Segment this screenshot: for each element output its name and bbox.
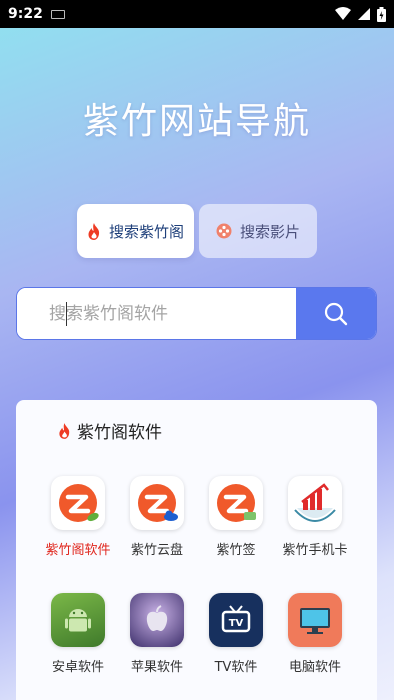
- app-label: 紫竹手机卡: [282, 543, 348, 558]
- wifi-icon: [335, 7, 351, 20]
- tab-search-movies[interactable]: 搜索影片: [199, 204, 317, 258]
- zizhu-simcard-icon: [288, 476, 342, 530]
- panel-title: 紫竹阁软件: [77, 423, 162, 443]
- app-label: 电脑软件: [288, 660, 341, 675]
- battery-icon: [377, 6, 386, 22]
- app-zizhu-ge[interactable]: 紫竹阁软件: [38, 476, 118, 558]
- app-label: 紫竹签: [216, 543, 256, 558]
- svg-text:TV: TV: [229, 618, 244, 629]
- apple-icon: [130, 593, 184, 647]
- tab-label: 搜索影片: [239, 222, 300, 241]
- app-android[interactable]: 安卓软件: [38, 593, 118, 675]
- panel-header: 紫竹阁软件: [58, 418, 162, 443]
- app-zizhu-sign[interactable]: 紫竹签: [196, 476, 276, 558]
- app-tv[interactable]: TV TV软件: [196, 593, 276, 675]
- search-bar: [16, 287, 377, 340]
- app-label: 安卓软件: [51, 660, 104, 675]
- tab-label: 搜索紫竹阁: [108, 222, 184, 241]
- app-label: 紫竹阁软件: [45, 543, 111, 558]
- status-bar: 9:22: [0, 0, 394, 28]
- keyboard-icon: [50, 9, 65, 19]
- zizhu-cloud-icon: [130, 476, 184, 530]
- app-label: 紫竹云盘: [130, 543, 183, 558]
- app-zizhu-cloud[interactable]: 紫竹云盘: [117, 476, 197, 558]
- app-zizhu-simcard[interactable]: 紫竹手机卡: [275, 476, 355, 558]
- zizhu-ge-icon: [51, 476, 105, 530]
- text-caret: [66, 302, 67, 326]
- android-icon: [51, 593, 105, 647]
- tab-search-zizhu[interactable]: 搜索紫竹阁: [77, 204, 194, 258]
- app-label: 苹果软件: [130, 660, 183, 675]
- search-button[interactable]: [296, 288, 376, 339]
- status-time: 9:22: [8, 6, 43, 22]
- search-input[interactable]: [17, 288, 296, 339]
- monitor-icon: [288, 593, 342, 647]
- app-pc[interactable]: 电脑软件: [275, 593, 355, 675]
- tv-icon: TV: [209, 593, 263, 647]
- app-label: TV软件: [214, 660, 258, 675]
- film-reel-icon: [216, 223, 232, 239]
- fire-icon: [88, 222, 100, 240]
- zizhu-sign-icon: [209, 476, 263, 530]
- fire-icon: [59, 422, 70, 439]
- software-panel: 紫竹阁软件 紫竹阁软件 紫竹云盘 紫竹签 紫竹手机卡 安卓软件 苹果软件 TV …: [16, 400, 377, 700]
- signal-icon: [358, 8, 370, 20]
- search-icon: [324, 302, 348, 325]
- app-apple[interactable]: 苹果软件: [117, 593, 197, 675]
- page-title: 紫竹网站导航: [82, 101, 311, 142]
